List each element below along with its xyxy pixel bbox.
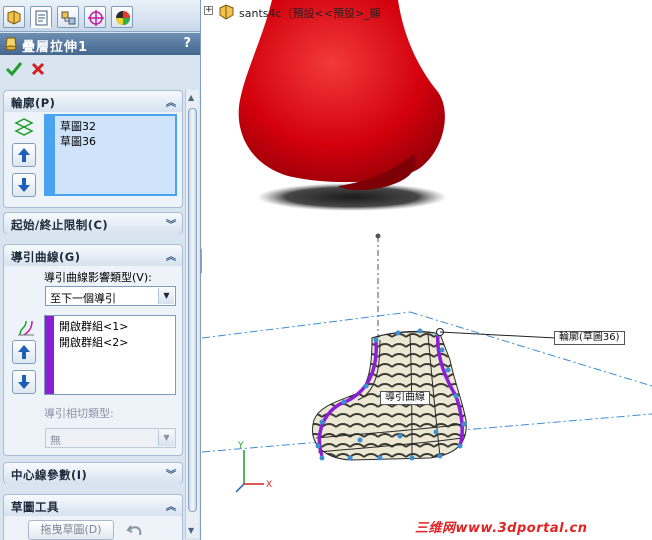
expand-tree-icon[interactable]: + (204, 6, 213, 15)
centerline-parameters-group: 中心線參數(I) ︾ (3, 462, 183, 484)
sketch-tools-group: 草圖工具 ︽ 拖曳草圖(D) (3, 494, 183, 540)
loft-feature-icon (5, 37, 17, 51)
tab-feature-manager[interactable] (3, 6, 25, 28)
start-end-constraints-group: 起始/終止限制(C) ︾ (3, 212, 183, 234)
triad-x-label: X (266, 480, 272, 490)
profile-callout-leader (439, 331, 557, 339)
guide-curve-callout[interactable]: 導引曲線 (380, 391, 430, 405)
guide-tangency-value: 無 (50, 434, 61, 447)
profiles-header-label: 輪廓(P) (11, 96, 56, 110)
display-manager-icon (116, 11, 130, 25)
tab-property-manager[interactable] (30, 6, 52, 28)
watermark: 三维网www.3dportal.cn (415, 521, 588, 536)
start-end-header-label: 起始/終止限制(C) (11, 218, 109, 232)
graphics-area[interactable]: Y X + sants4c（預設<<預設>_顯 輪廓(草圖36) 導引曲線 (202, 0, 652, 540)
guide-tangency-label: 導引相切類型: (44, 407, 114, 420)
scroll-down-icon[interactable]: ▼ (188, 526, 194, 535)
chevron-down-icon: ▼ (158, 288, 174, 304)
profiles-group: 輪廓(P) ︽ 草圖32 草圖36 (3, 90, 183, 208)
close-icon[interactable] (31, 62, 45, 76)
tab-configuration-manager[interactable] (57, 6, 79, 28)
feature-manager-icon (7, 10, 21, 25)
property-manager-titlebar: 疊層拉伸1 ? (0, 33, 200, 55)
property-manager-icon (35, 10, 48, 26)
feature-title: 疊層拉伸1 (22, 40, 89, 55)
part-name-label[interactable]: sants4c（預設<<預設>_顯 (239, 5, 381, 21)
guide-influence-label: 導引曲線影響類型(V): (44, 271, 152, 284)
guide-curves-group: 導引曲線(G) ︽ 導引曲線影響類型(V): 至下一個導引 ▼ 開啟群組<1> … (3, 244, 183, 456)
part-icon (219, 4, 234, 20)
scrollbar-thumb[interactable] (188, 108, 197, 512)
triad-y-label: Y (237, 441, 244, 451)
expand-chevron-icon: ︾ (166, 220, 176, 231)
collapse-chevron-icon: ︽ (166, 252, 176, 263)
sketch-tools-header-label: 草圖工具 (11, 500, 59, 514)
sketch-tools-group-header[interactable]: 草圖工具 ︽ (4, 495, 182, 516)
guide-influence-select[interactable]: 至下一個導引 ▼ (45, 286, 176, 306)
guide-curve-icon (18, 320, 34, 336)
list-item[interactable]: 草圖32 (60, 118, 96, 134)
check-icon[interactable] (5, 61, 23, 77)
tab-dimxpert[interactable] (84, 6, 106, 28)
profile-callout[interactable]: 輪廓(草圖36) (554, 331, 625, 345)
profiles-list[interactable]: 草圖32 草圖36 (44, 114, 177, 196)
collapse-chevron-icon: ︽ (166, 98, 176, 109)
profiles-group-header[interactable]: 輪廓(P) ︽ (4, 91, 182, 112)
solidworks-window: 疊層拉伸1 ? 輪廓(P) ︽ 草圖32 草圖36 起始/終止限制(C) ︾ 導… (0, 0, 652, 540)
arrow-down-icon (18, 375, 30, 389)
list-item[interactable]: 草圖36 (60, 133, 96, 149)
tab-display-manager[interactable] (111, 6, 133, 28)
chevron-down-icon: ▼ (158, 430, 174, 446)
expand-chevron-icon: ︾ (166, 470, 176, 481)
centerline-header-label: 中心線參數(I) (11, 468, 88, 482)
property-manager-panel: 疊層拉伸1 ? 輪廓(P) ︽ 草圖32 草圖36 起始/終止限制(C) ︾ 導… (0, 0, 201, 540)
arrow-up-icon (18, 345, 30, 359)
guide-influence-value: 至下一個導引 (50, 292, 116, 305)
guide-curves-header-label: 導引曲線(G) (11, 250, 81, 264)
axis-endpoint (375, 233, 381, 239)
profile-icon (14, 118, 34, 136)
panel-scrollbar[interactable]: ▲ ▼ (185, 90, 199, 538)
guide-color-bar (45, 316, 54, 394)
drag-sketch-button[interactable]: 拖曳草圖(D) (28, 520, 114, 540)
undo-icon[interactable] (126, 522, 144, 538)
centerline-group-header[interactable]: 中心線參數(I) ︾ (4, 463, 182, 484)
guide-curves-list[interactable]: 開啟群組<1> 開啟群組<2> (44, 315, 176, 395)
ok-cancel-row (0, 56, 200, 84)
guide-move-up-button[interactable] (12, 340, 36, 364)
guide-tangency-select[interactable]: 無 ▼ (45, 428, 176, 448)
guide-move-down-button[interactable] (12, 370, 36, 394)
arrow-down-icon (18, 178, 30, 192)
list-item[interactable]: 開啟群組<2> (59, 334, 128, 350)
scroll-up-icon[interactable]: ▲ (188, 93, 194, 102)
start-end-group-header[interactable]: 起始/終止限制(C) ︾ (4, 213, 182, 234)
model-viewport[interactable]: Y X (202, 0, 652, 540)
collapse-chevron-icon: ︽ (166, 502, 176, 513)
configuration-manager-icon (61, 11, 76, 25)
selection-color-bar (46, 116, 55, 194)
triad-z-axis (235, 483, 245, 493)
arrow-up-icon (18, 148, 30, 162)
guide-curves-group-header[interactable]: 導引曲線(G) ︽ (4, 245, 182, 266)
dimxpert-icon (88, 10, 104, 26)
manager-tabs (0, 0, 200, 32)
move-down-button[interactable] (12, 173, 36, 197)
move-up-button[interactable] (12, 143, 36, 167)
list-item[interactable]: 開啟群組<1> (59, 318, 128, 334)
help-button[interactable]: ? (183, 36, 191, 51)
plane-line-top (202, 311, 411, 339)
